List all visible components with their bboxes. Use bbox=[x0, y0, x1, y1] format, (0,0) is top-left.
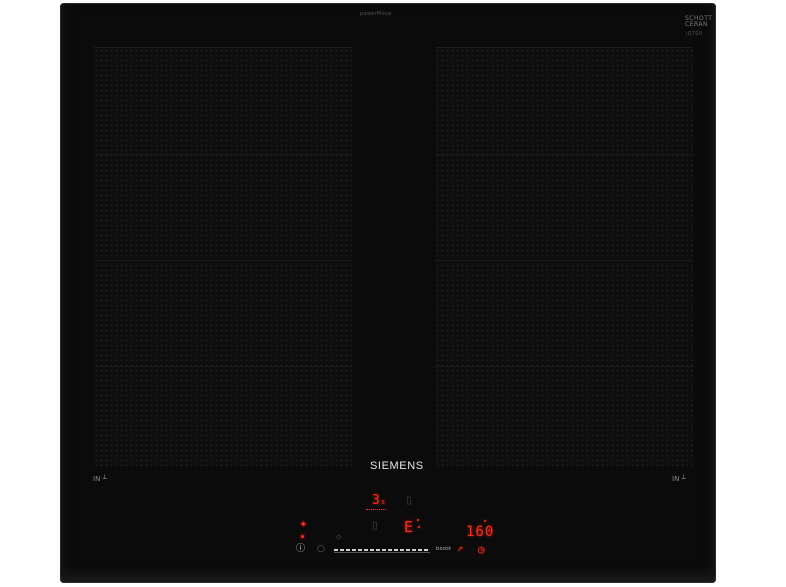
zone-divider bbox=[435, 154, 693, 155]
zone-divider bbox=[94, 366, 352, 367]
zone-divider bbox=[94, 260, 352, 261]
lock-icon[interactable]: ○ bbox=[317, 545, 325, 554]
power-slider-base bbox=[334, 552, 430, 553]
right-zone-dot bbox=[418, 526, 420, 528]
zone-divider bbox=[94, 154, 352, 155]
right-zone-power-level: E bbox=[404, 518, 414, 536]
right-flex-zone[interactable] bbox=[435, 47, 693, 466]
right-zone-dot bbox=[417, 519, 419, 521]
power-icon[interactable]: ⓘ bbox=[296, 545, 305, 554]
top-small-print: powerMove bbox=[360, 11, 392, 17]
timer-icon[interactable]: ◷ bbox=[478, 543, 485, 556]
left-rear-level-display: ▯ bbox=[405, 493, 413, 508]
right-zone-label: IN ┴ bbox=[672, 475, 686, 483]
frying-sensor-icon[interactable]: ↗ bbox=[457, 543, 463, 554]
power-slider[interactable] bbox=[334, 549, 430, 551]
wifi-status-dot bbox=[301, 535, 304, 538]
cooktop-glass: powerMove SCHOTT CERAN iQ700 IN ┴ IN ┴ S… bbox=[60, 3, 716, 583]
brand-logo: SIEMENS bbox=[370, 460, 424, 472]
left-zone-level-suffix: s bbox=[381, 498, 386, 506]
right-zone-label-text: IN bbox=[672, 475, 680, 483]
timer-display: 160 bbox=[466, 524, 495, 540]
wifi-icon[interactable]: ◆ bbox=[301, 519, 306, 528]
left-zone-power-level: 3 bbox=[372, 493, 380, 508]
left-front-level-display: ▯ bbox=[371, 518, 379, 533]
left-zone-label-text: IN bbox=[93, 475, 101, 483]
ceran-text: CERAN bbox=[685, 21, 708, 28]
schott-ceran-logo: SCHOTT CERAN bbox=[685, 16, 712, 28]
zone-divider bbox=[435, 260, 693, 261]
zone-marker-icon: ┴ bbox=[681, 475, 686, 483]
model-small-print: iQ700 bbox=[686, 31, 703, 37]
left-zone-label: IN ┴ bbox=[93, 475, 107, 483]
boost-label[interactable]: boost bbox=[436, 546, 451, 552]
left-flex-zone[interactable] bbox=[94, 47, 352, 466]
panel-marker-icon: ◇ bbox=[336, 533, 342, 541]
timer-indicator-dot bbox=[484, 520, 486, 522]
zone-marker-icon: ┴ bbox=[102, 475, 107, 483]
left-zone-indicator bbox=[366, 509, 386, 510]
zone-divider bbox=[435, 366, 693, 367]
